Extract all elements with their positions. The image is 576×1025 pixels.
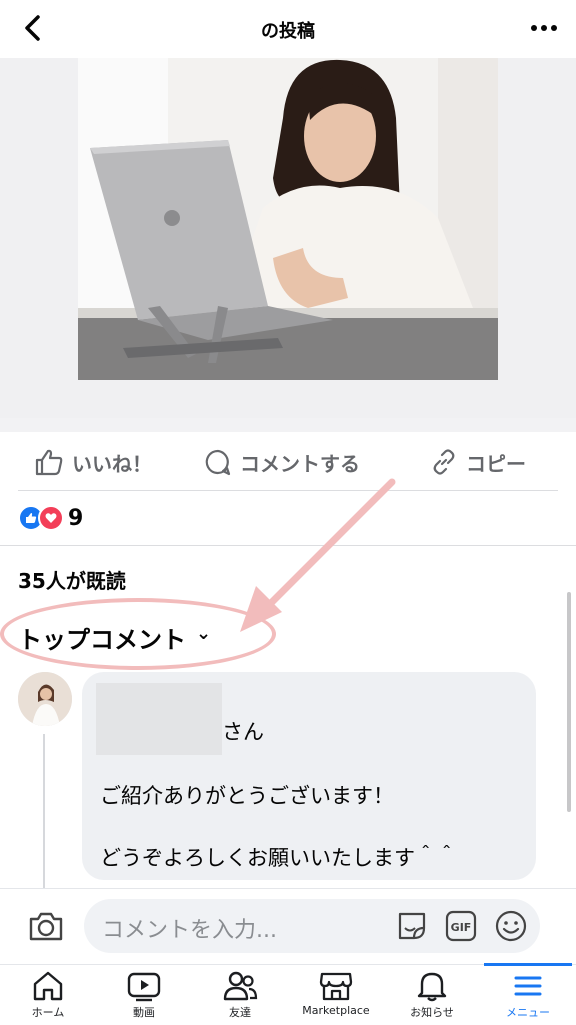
highlight-circle-annotation xyxy=(0,598,276,670)
comment-text-line: どうぞよろしくお願いいたします＾＾ xyxy=(100,846,457,870)
love-reaction-icon xyxy=(38,505,64,531)
more-options-icon[interactable] xyxy=(526,12,562,44)
tab-video[interactable]: 動画 xyxy=(96,964,192,1024)
comment-input-placeholder: コメントを入力... xyxy=(102,918,277,943)
tab-notifications[interactable]: お知らせ xyxy=(384,964,480,1024)
bell-icon xyxy=(417,972,447,1002)
divider-line xyxy=(18,490,558,491)
gif-icon[interactable]: GIF xyxy=(444,909,478,943)
tab-label: お知らせ xyxy=(410,1006,454,1019)
tab-label: 動画 xyxy=(133,1006,155,1019)
tab-menu[interactable]: メニュー xyxy=(480,964,576,1024)
sticker-icon[interactable] xyxy=(394,908,430,944)
section-divider xyxy=(0,418,576,432)
redacted-name xyxy=(96,683,222,755)
tab-label: メニュー xyxy=(506,1006,550,1019)
like-button[interactable]: いいね！ xyxy=(34,446,152,478)
post-photo[interactable] xyxy=(78,58,498,380)
home-icon xyxy=(33,971,63,1001)
like-label: いいね！ xyxy=(72,451,152,476)
copy-label: コピー xyxy=(466,451,526,476)
tab-label: 友達 xyxy=(229,1006,251,1019)
tab-home[interactable]: ホーム xyxy=(0,964,96,1024)
link-icon xyxy=(433,449,455,475)
video-icon xyxy=(127,972,161,1002)
emoji-icon[interactable] xyxy=(494,909,528,943)
reaction-count: 9 xyxy=(68,505,84,531)
thread-line xyxy=(43,734,45,894)
copy-link-button[interactable]: コピー xyxy=(430,446,526,478)
reaction-summary[interactable]: 9 xyxy=(18,504,83,532)
camera-icon[interactable] xyxy=(26,906,66,946)
seen-by-count[interactable]: 35人が既読 xyxy=(18,565,126,594)
svg-text:GIF: GIF xyxy=(451,921,472,934)
commenter-avatar[interactable] xyxy=(18,672,72,726)
divider-line xyxy=(0,545,576,546)
scrollbar[interactable] xyxy=(567,592,571,812)
commenter-name-suffix: さん xyxy=(222,720,264,744)
comment-bubble-icon xyxy=(205,449,231,476)
page-title: の投稿 xyxy=(261,21,315,42)
tab-label: Marketplace xyxy=(302,1004,370,1017)
thumbs-up-icon xyxy=(35,449,63,476)
friends-icon xyxy=(223,971,258,1001)
comment-button[interactable]: コメントする xyxy=(204,446,360,478)
tab-label: ホーム xyxy=(31,1006,65,1019)
marketplace-icon xyxy=(319,972,353,1001)
tab-friends[interactable]: 友達 xyxy=(192,964,288,1024)
comment-label: コメントする xyxy=(240,451,360,476)
tab-marketplace[interactable]: Marketplace xyxy=(288,964,384,1024)
menu-icon xyxy=(514,976,542,996)
comment-text-line: ご紹介ありがとうございます！ xyxy=(100,784,394,808)
